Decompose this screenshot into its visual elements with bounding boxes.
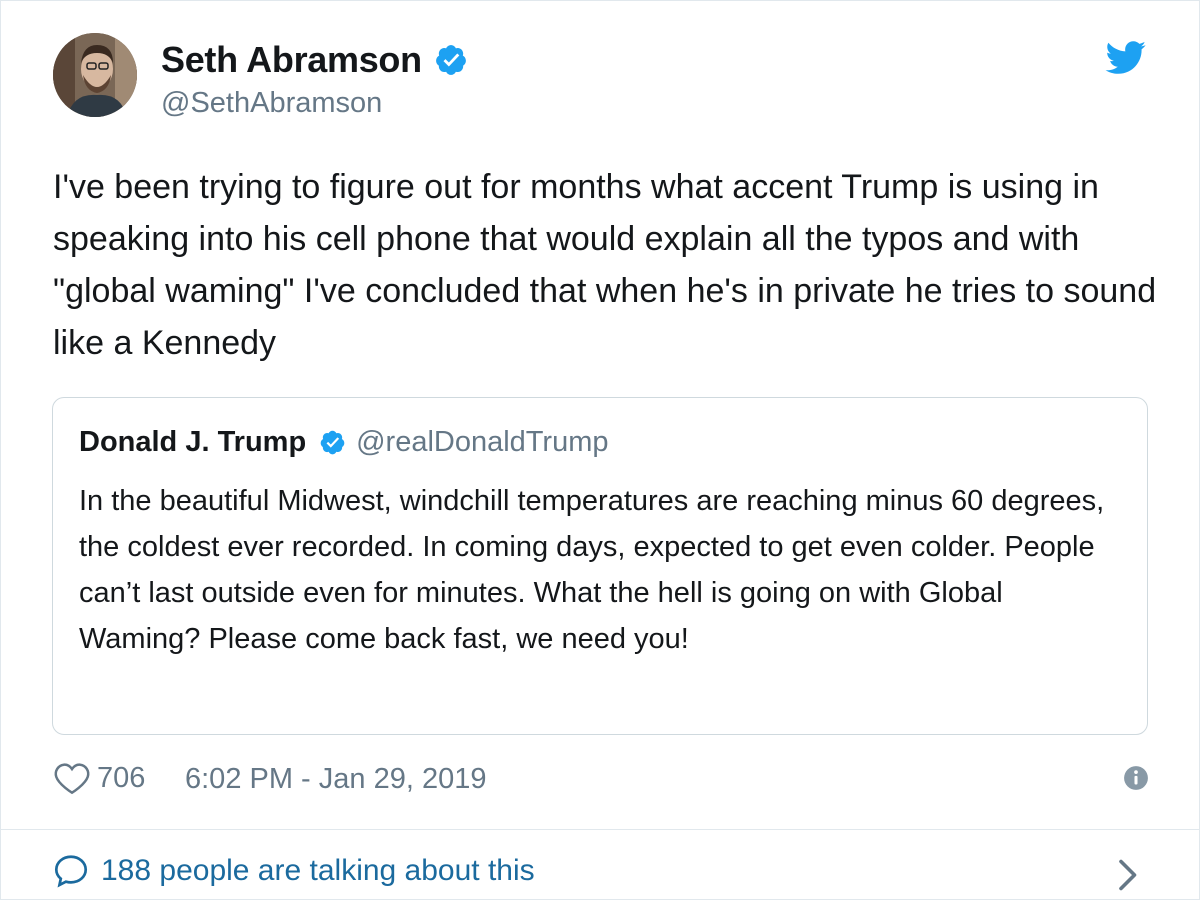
tweet-text: I've been trying to figure out for month… bbox=[53, 168, 1166, 362]
quoted-tweet-text: In the beautiful Midwest, windchill temp… bbox=[79, 485, 1105, 655]
tweet-timestamp[interactable]: 6:02 PM - Jan 29, 2019 bbox=[185, 763, 486, 796]
info-icon[interactable] bbox=[1123, 765, 1149, 791]
divider bbox=[1, 829, 1199, 830]
tweet-header: Seth Abramson @SethAbramson bbox=[53, 33, 1153, 123]
chevron-right-icon[interactable] bbox=[1115, 857, 1139, 893]
twitter-bird-icon[interactable] bbox=[1105, 41, 1147, 75]
conversation-label[interactable]: 188 people are talking about this bbox=[101, 854, 535, 888]
author-info[interactable]: Seth Abramson @SethAbramson bbox=[161, 39, 468, 120]
quoted-tweet-header: Donald J. Trump @realDonaldTrump bbox=[79, 426, 609, 459]
quoted-handle[interactable]: @realDonaldTrump bbox=[356, 426, 608, 459]
like-count: 706 bbox=[97, 761, 146, 794]
heart-icon bbox=[54, 763, 90, 795]
avatar[interactable] bbox=[53, 33, 137, 117]
tweet-card: Seth Abramson @SethAbramson I've been tr… bbox=[0, 0, 1200, 900]
quoted-tweet[interactable]: Donald J. Trump @realDonaldTrump In the … bbox=[52, 397, 1148, 735]
author-handle[interactable]: @SethAbramson bbox=[161, 87, 468, 120]
quoted-display-name[interactable]: Donald J. Trump bbox=[79, 426, 306, 459]
speech-bubble-icon bbox=[54, 855, 88, 888]
verified-badge-icon bbox=[320, 430, 344, 455]
author-display-name[interactable]: Seth Abramson bbox=[161, 39, 422, 81]
avatar-photo-icon bbox=[53, 33, 137, 117]
conversation-link[interactable]: 188 people are talking about this bbox=[53, 853, 535, 889]
like-button[interactable]: 706 bbox=[53, 761, 145, 795]
tweet-footer: 706 6:02 PM - Jan 29, 2019 bbox=[53, 757, 1149, 803]
verified-badge-icon bbox=[436, 45, 467, 75]
